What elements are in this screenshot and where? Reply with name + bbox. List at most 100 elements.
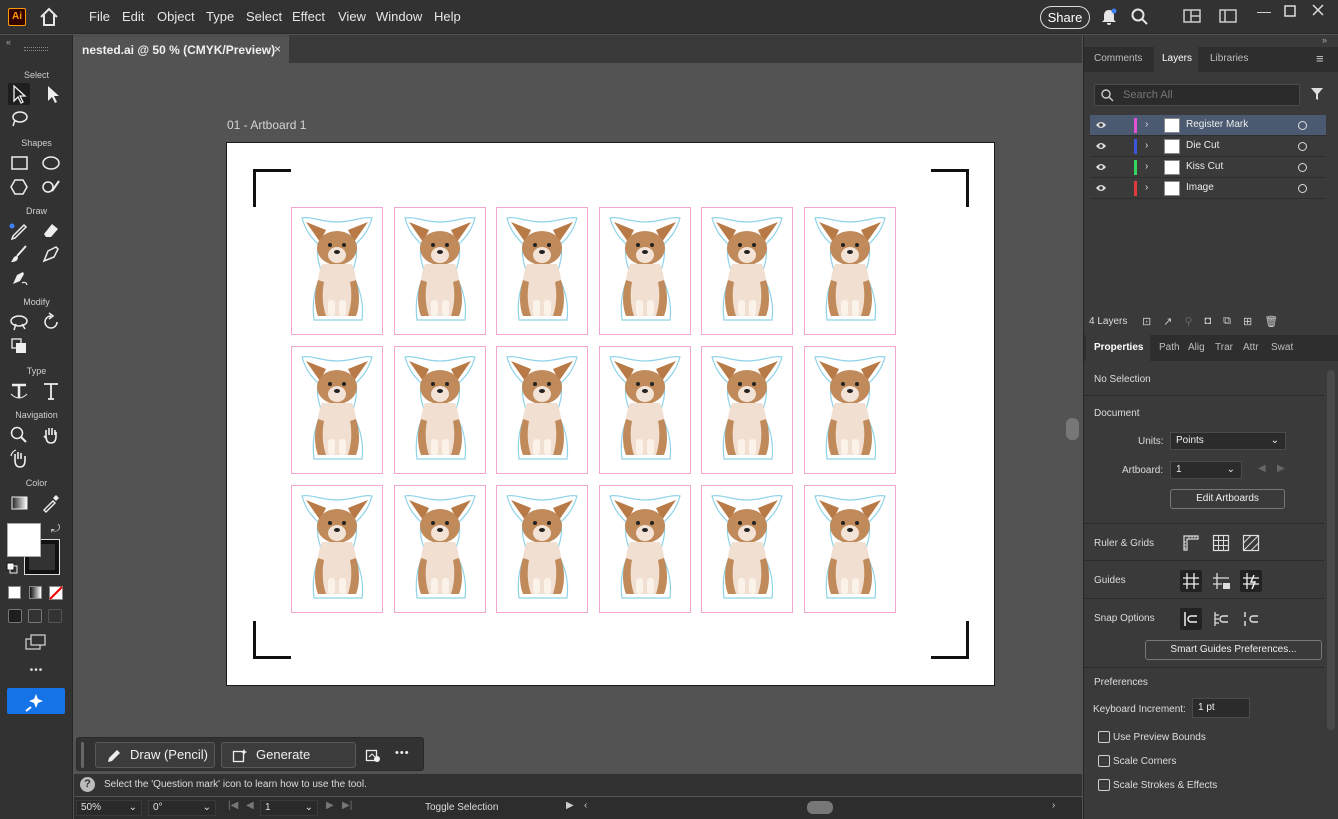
ruler-icon[interactable]: [1182, 534, 1200, 552]
expand-layer-icon[interactable]: ›: [1145, 161, 1148, 172]
fill-color-swatch[interactable]: [7, 523, 41, 557]
layer-target-icon[interactable]: [1298, 121, 1307, 130]
layer-row[interactable]: › Kiss Cut: [1090, 157, 1326, 178]
screen-mode-icon[interactable]: [25, 634, 47, 650]
create-sublayer-icon[interactable]: ⧉: [1223, 315, 1231, 329]
pencil-tool-icon[interactable]: [8, 219, 30, 241]
collapse-panels-icon[interactable]: »: [1322, 35, 1327, 45]
first-artboard-icon[interactable]: |◀: [228, 800, 238, 811]
zoom-tool-icon[interactable]: [8, 424, 30, 446]
edit-toolbar-more-icon[interactable]: •••: [0, 665, 73, 676]
draw-inside-icon[interactable]: [48, 609, 62, 623]
corgi-sticker[interactable]: [496, 485, 588, 613]
scale-tool-icon[interactable]: [8, 335, 30, 357]
corgi-sticker[interactable]: [804, 485, 896, 613]
smart-guides-icon[interactable]: [1240, 570, 1262, 592]
notification-bell-icon[interactable]: [1101, 8, 1117, 26]
horizontal-scroll-thumb[interactable]: [807, 801, 833, 814]
corgi-sticker[interactable]: [496, 346, 588, 474]
snap-to-pixel-icon[interactable]: [1210, 608, 1232, 630]
previous-artboard-icon[interactable]: ◀: [246, 800, 254, 811]
export-layer-icon[interactable]: ↗: [1163, 315, 1172, 329]
show-guides-icon[interactable]: [1180, 570, 1202, 592]
visibility-eye-icon[interactable]: [1095, 120, 1107, 130]
tab-transform[interactable]: Trar: [1215, 342, 1233, 353]
workspace-layout-icon[interactable]: [1183, 8, 1201, 24]
edit-artboards-button[interactable]: Edit Artboards: [1170, 489, 1285, 509]
snap-to-glyph-icon[interactable]: [1240, 608, 1262, 630]
type-on-path-tool-icon[interactable]: [8, 380, 30, 402]
corgi-sticker[interactable]: [599, 207, 691, 335]
gradient-mode-icon[interactable]: [29, 586, 42, 599]
zoom-level-field[interactable]: 50% ⌄: [76, 800, 142, 816]
scale-strokes-effects-checkbox[interactable]: [1098, 779, 1110, 791]
context-more-icon[interactable]: •••: [395, 747, 410, 759]
eraser-tool-icon[interactable]: [40, 219, 62, 241]
home-icon[interactable]: [38, 7, 60, 27]
rotation-field[interactable]: 0° ⌄: [148, 800, 216, 816]
expand-layer-icon[interactable]: ›: [1145, 119, 1148, 130]
swap-fill-stroke-icon[interactable]: ⤾: [51, 523, 60, 536]
tab-swatches[interactable]: Swat: [1271, 342, 1293, 353]
make-clipping-mask-icon[interactable]: ◘: [1205, 315, 1212, 329]
menu-type[interactable]: Type: [206, 9, 234, 24]
maximize-icon[interactable]: [1284, 5, 1296, 17]
create-new-layer-icon[interactable]: ⊞: [1243, 315, 1252, 329]
document-tab[interactable]: nested.ai @ 50 % (CMYK/Preview) ×: [74, 35, 289, 63]
share-button[interactable]: Share: [1040, 6, 1090, 29]
layer-row[interactable]: › Register Mark: [1090, 115, 1326, 136]
collect-for-export-icon[interactable]: ⊡: [1142, 315, 1151, 329]
paintbrush-tool-icon[interactable]: [8, 243, 30, 265]
corgi-sticker[interactable]: [599, 485, 691, 613]
context-bar-grip[interactable]: [81, 742, 84, 768]
visibility-eye-icon[interactable]: [1095, 141, 1107, 151]
corgi-sticker[interactable]: [291, 485, 383, 613]
hand-tool-icon[interactable]: [40, 424, 62, 446]
corgi-sticker[interactable]: [496, 207, 588, 335]
corgi-sticker[interactable]: [701, 207, 793, 335]
default-fill-stroke-icon[interactable]: [6, 562, 18, 574]
tab-libraries[interactable]: Libraries: [1210, 53, 1248, 64]
menu-object[interactable]: Object: [157, 9, 195, 24]
polygon-tool-icon[interactable]: [8, 176, 30, 198]
toolbar-grip[interactable]: [24, 47, 48, 51]
menu-edit[interactable]: Edit: [122, 9, 144, 24]
registration-mark-top-left[interactable]: [253, 169, 291, 207]
direct-selection-tool-icon[interactable]: [42, 83, 64, 105]
menu-view[interactable]: View: [338, 9, 366, 24]
layer-target-icon[interactable]: [1298, 142, 1307, 151]
lock-guides-icon[interactable]: [1210, 570, 1232, 592]
lasso-tool-icon[interactable]: [8, 108, 30, 130]
corgi-sticker[interactable]: [394, 346, 486, 474]
search-icon[interactable]: [1131, 8, 1149, 26]
next-artboard-icon[interactable]: ▶: [326, 800, 334, 811]
ellipse-tool-icon[interactable]: [40, 152, 62, 174]
shaper-tool-icon[interactable]: [40, 176, 62, 198]
artboard-dropdown[interactable]: 1 ⌄: [1170, 461, 1242, 479]
menu-effect[interactable]: Effect: [292, 9, 325, 24]
none-mode-icon[interactable]: [49, 586, 63, 600]
scroll-left-icon[interactable]: ‹: [584, 800, 587, 811]
tab-pathfinder[interactable]: Path: [1159, 342, 1180, 353]
last-artboard-icon[interactable]: ▶|: [342, 800, 352, 811]
menu-help[interactable]: Help: [434, 9, 461, 24]
snap-to-point-icon[interactable]: [1180, 608, 1202, 630]
rectangle-tool-icon[interactable]: [8, 152, 30, 174]
draw-normal-icon[interactable]: [8, 609, 22, 623]
corgi-sticker[interactable]: [804, 346, 896, 474]
rotate-view-tool-icon[interactable]: [8, 448, 30, 470]
artboard-navigator-field[interactable]: 1 ⌄: [260, 800, 318, 816]
draw-behind-icon[interactable]: [28, 609, 42, 623]
tab-comments[interactable]: Comments: [1094, 53, 1142, 64]
menu-window[interactable]: Window: [376, 9, 422, 24]
type-tool-icon[interactable]: [40, 380, 62, 402]
registration-mark-top-right[interactable]: [931, 169, 969, 207]
draw-pencil-button[interactable]: Draw (Pencil): [95, 742, 215, 768]
smart-guides-preferences-button[interactable]: Smart Guides Preferences...: [1145, 640, 1322, 660]
corgi-sticker[interactable]: [394, 207, 486, 335]
color-mode-icon[interactable]: [8, 586, 21, 599]
pen-tool-icon[interactable]: [40, 243, 62, 265]
minimize-icon[interactable]: —: [1257, 3, 1271, 19]
registration-mark-bottom-left[interactable]: [253, 621, 291, 659]
arrange-documents-icon[interactable]: [1219, 8, 1237, 24]
